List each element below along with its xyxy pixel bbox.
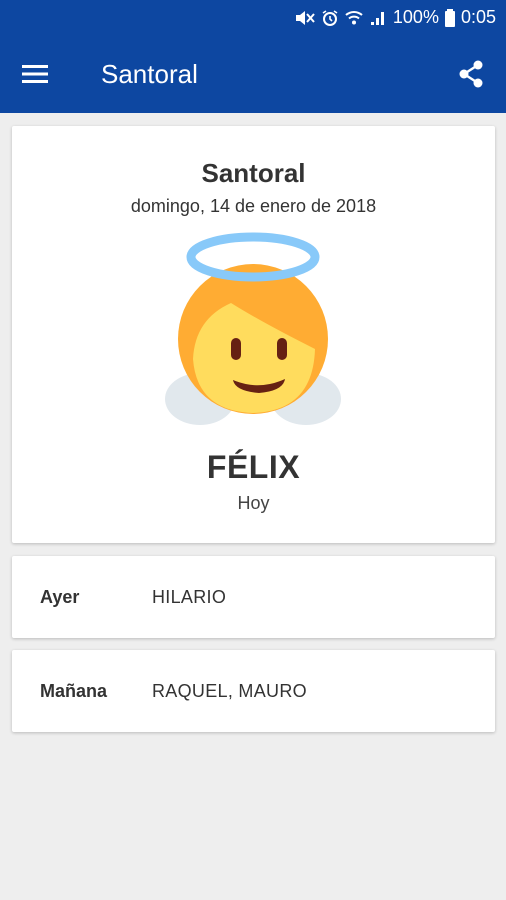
alarm-icon xyxy=(322,9,338,26)
menu-icon xyxy=(22,65,48,83)
yesterday-label: Ayer xyxy=(40,586,80,607)
mute-icon xyxy=(295,10,315,25)
status-icons xyxy=(293,9,387,27)
saint-name: FÉLIX xyxy=(206,449,301,485)
tomorrow-label: Mañana xyxy=(40,680,108,701)
signal-icon xyxy=(370,11,384,25)
current-date: domingo, 14 de enero de 2018 xyxy=(130,196,377,216)
saint-day-label: Hoy xyxy=(237,493,270,513)
status-time: 0:05 xyxy=(460,7,496,27)
app-bar: Santoral xyxy=(0,35,506,113)
wifi-icon xyxy=(345,10,363,24)
battery-icon xyxy=(444,8,455,27)
tomorrow-card[interactable]: Mañana RAQUEL, MAURO xyxy=(12,650,495,732)
status-bar: 100% 0:05 xyxy=(0,0,506,35)
yesterday-card[interactable]: Ayer HILARIO xyxy=(12,556,495,638)
share-icon xyxy=(459,60,483,88)
tomorrow-saint: RAQUEL, MAURO xyxy=(152,680,307,701)
saint-of-day-card: Santoral domingo, 14 de enero de 2018 FÉ… xyxy=(12,126,495,543)
share-button[interactable] xyxy=(436,35,506,113)
angel-emoji-icon xyxy=(165,232,341,425)
card-title: Santoral xyxy=(201,158,306,188)
menu-button[interactable] xyxy=(0,35,70,113)
battery-percent: 100% xyxy=(392,7,439,27)
app-title: Santoral xyxy=(101,58,198,89)
yesterday-saint: HILARIO xyxy=(152,586,227,607)
